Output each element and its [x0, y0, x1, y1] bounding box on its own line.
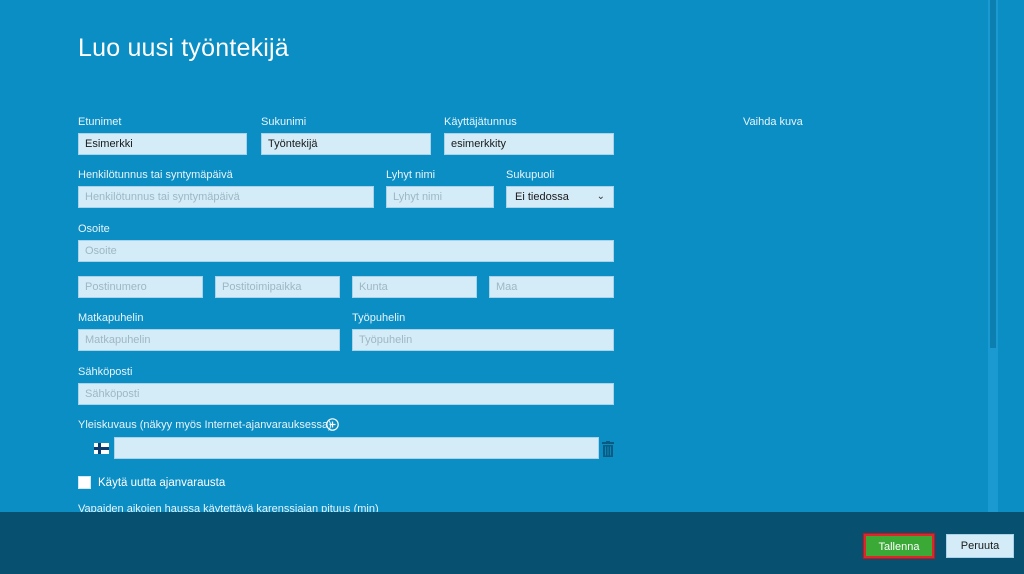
change-photo-link[interactable]: Vaihda kuva — [743, 116, 803, 128]
chevron-down-icon: ⌄ — [596, 191, 605, 202]
username-field[interactable] — [444, 133, 614, 155]
gender-select[interactable]: Ei tiedossa ⌄ — [506, 186, 614, 208]
new-booking-checkbox[interactable] — [78, 476, 91, 489]
ssn-label: Henkilötunnus tai syntymäpäivä — [78, 169, 233, 181]
first-name-label: Etunimet — [78, 116, 122, 128]
gender-label: Sukupuoli — [506, 169, 555, 181]
email-label: Sähköposti — [78, 366, 133, 378]
municipality-field[interactable] — [352, 276, 477, 298]
description-label: Yleiskuvaus (näkyy myös Internet-ajanvar… — [78, 419, 332, 431]
first-name-field[interactable] — [78, 133, 247, 155]
save-button[interactable]: Tallenna — [863, 533, 935, 559]
trash-icon[interactable] — [602, 441, 614, 457]
short-name-label: Lyhyt nimi — [386, 169, 436, 181]
email-field[interactable] — [78, 383, 614, 405]
username-label: Käyttäjätunnus — [444, 116, 517, 128]
buffer-time-label: Vapaiden aikojen haussa käytettävä karen… — [78, 503, 379, 512]
new-booking-label: Käytä uutta ajanvarausta — [98, 477, 226, 489]
cancel-button[interactable]: Peruuta — [946, 534, 1014, 558]
work-phone-label: Työpuhelin — [352, 312, 406, 324]
address-label: Osoite — [78, 223, 110, 235]
address-field[interactable] — [78, 240, 614, 262]
mobile-label: Matkapuhelin — [78, 312, 144, 324]
city-field[interactable] — [215, 276, 340, 298]
finland-flag-icon — [94, 443, 109, 454]
country-field[interactable] — [489, 276, 614, 298]
work-phone-field[interactable] — [352, 329, 614, 351]
scrollbar-thumb[interactable] — [990, 0, 996, 348]
last-name-label: Sukunimi — [261, 116, 307, 128]
last-name-field[interactable] — [261, 133, 431, 155]
page-title: Luo uusi työntekijä — [78, 34, 289, 62]
short-name-field[interactable] — [386, 186, 494, 208]
description-field[interactable] — [114, 437, 599, 459]
gender-value: Ei tiedossa — [515, 191, 569, 203]
ssn-field[interactable] — [78, 186, 374, 208]
plus-circle-icon[interactable] — [326, 418, 339, 431]
mobile-field[interactable] — [78, 329, 340, 351]
postal-code-field[interactable] — [78, 276, 203, 298]
